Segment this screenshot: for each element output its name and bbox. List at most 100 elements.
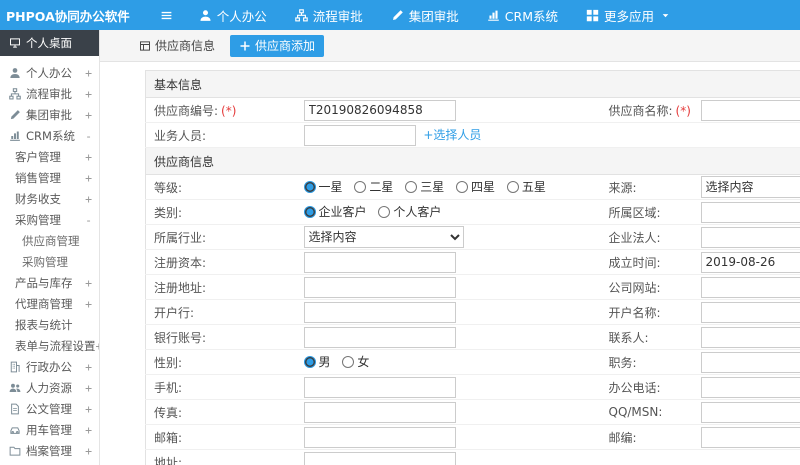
- sidebar-item-label: 表单与流程设置: [15, 338, 96, 353]
- expand-toggle[interactable]: +: [96, 339, 100, 353]
- sidebar-item-finance[interactable]: 财务收支 +: [0, 188, 99, 209]
- sidebar-item-personal-office[interactable]: 个人办公 +: [0, 62, 99, 83]
- sidebar-item-document-mgmt[interactable]: 公文管理 +: [0, 398, 99, 419]
- category-option-company[interactable]: 企业客户: [303, 203, 367, 220]
- sidebar-item-supplier-mgmt[interactable]: 供应商管理: [0, 230, 99, 251]
- form-row: 注册地址: 公司网站:: [145, 274, 800, 300]
- level-radio-1[interactable]: [303, 180, 316, 193]
- expand-toggle[interactable]: +: [85, 402, 99, 416]
- category-option-personal[interactable]: 个人客户: [378, 203, 441, 220]
- sidebar-item-customer-mgmt[interactable]: 客户管理 +: [0, 146, 99, 167]
- website-input[interactable]: [700, 276, 800, 298]
- expand-toggle[interactable]: +: [85, 87, 99, 101]
- expand-toggle[interactable]: +: [85, 66, 99, 80]
- expand-toggle[interactable]: +: [85, 192, 99, 206]
- gender-radio-male[interactable]: [303, 355, 316, 368]
- app-logo[interactable]: PHPOA协同办公软件: [0, 6, 140, 25]
- tab-supplier-info[interactable]: 供应商信息: [130, 35, 224, 57]
- gender-option-female[interactable]: 女: [342, 353, 369, 370]
- reg-address-input[interactable]: [303, 276, 456, 298]
- email-input[interactable]: [303, 426, 456, 448]
- sidebar-item-archive-mgmt[interactable]: 档案管理 +: [0, 440, 99, 461]
- level-radio-3[interactable]: [405, 180, 418, 193]
- expand-toggle[interactable]: +: [85, 360, 99, 374]
- qq-msn-input[interactable]: [700, 401, 800, 423]
- supplier-code-input[interactable]: [303, 99, 456, 121]
- office-phone-input[interactable]: [700, 376, 800, 398]
- nav-group-approval[interactable]: 集团审批: [377, 0, 473, 30]
- address-input[interactable]: [303, 451, 456, 465]
- sidebar-item-reports[interactable]: 报表与统计: [0, 314, 99, 335]
- expand-toggle[interactable]: +: [85, 108, 99, 122]
- gender-radio-female[interactable]: [342, 355, 355, 368]
- expand-toggle[interactable]: +: [85, 276, 99, 290]
- staff-input[interactable]: [303, 124, 416, 146]
- bank-input[interactable]: [303, 301, 456, 323]
- expand-toggle[interactable]: +: [85, 297, 99, 311]
- sidebar-item-agent-mgmt[interactable]: 代理商管理 +: [0, 293, 99, 314]
- mobile-input[interactable]: [303, 376, 456, 398]
- contact-input[interactable]: [700, 326, 800, 348]
- account-name-input[interactable]: [700, 301, 800, 323]
- industry-select[interactable]: 选择内容: [303, 226, 464, 248]
- nav-process-approval[interactable]: 流程审批: [281, 0, 377, 30]
- region-input[interactable]: [700, 201, 800, 223]
- field-label: 所属区域:: [608, 205, 661, 220]
- sidebar-item-crm-system[interactable]: CRM系统 -: [0, 125, 99, 146]
- required-mark: (*): [675, 103, 691, 118]
- legal-person-input[interactable]: [700, 226, 800, 248]
- person-icon: [9, 67, 21, 79]
- supplier-form-container: 基本信息 供应商编号:(*) 供应商名称:(*) 业务人员: +选择人员: [145, 70, 800, 465]
- nav-personal-office[interactable]: 个人办公: [185, 0, 281, 30]
- level-radio-5[interactable]: [506, 180, 519, 193]
- expand-toggle[interactable]: +: [85, 381, 99, 395]
- expand-toggle[interactable]: +: [85, 423, 99, 437]
- field-label: 供应商编号:: [154, 103, 219, 118]
- level-option-4[interactable]: 四星: [456, 178, 495, 195]
- level-option-1[interactable]: 一星: [303, 178, 343, 195]
- sidebar-item-admin-office[interactable]: 行政办公 +: [0, 356, 99, 377]
- level-option-3[interactable]: 三星: [405, 178, 444, 195]
- choose-staff-link[interactable]: +选择人员: [423, 128, 481, 142]
- expand-toggle[interactable]: +: [85, 444, 99, 458]
- zip-input[interactable]: [700, 426, 800, 448]
- nav-more-apps[interactable]: 更多应用: [572, 0, 684, 30]
- collapse-toggle[interactable]: -: [85, 129, 99, 143]
- category-radio-company[interactable]: [303, 205, 316, 218]
- collapse-toggle[interactable]: -: [85, 213, 99, 227]
- sidebar-item-process-approval[interactable]: 流程审批 +: [0, 83, 99, 104]
- sidebar-item-form-flow-settings[interactable]: 表单与流程设置 +: [0, 335, 99, 356]
- level-radio-4[interactable]: [456, 180, 469, 193]
- level-option-5[interactable]: 五星: [506, 178, 546, 195]
- sidebar-item-label: 采购管理: [22, 254, 68, 269]
- menu-toggle-button[interactable]: [160, 9, 173, 22]
- sidebar-item-hr[interactable]: 人力资源 +: [0, 377, 99, 398]
- sidebar-item-group-approval[interactable]: 集团审批 +: [0, 104, 99, 125]
- tab-supplier-add[interactable]: 供应商添加: [230, 34, 325, 57]
- radio-label: 四星: [471, 180, 496, 195]
- expand-toggle[interactable]: +: [85, 171, 99, 185]
- category-radio-personal[interactable]: [378, 205, 391, 218]
- gender-option-male[interactable]: 男: [303, 353, 331, 370]
- source-select[interactable]: 选择内容: [700, 176, 800, 198]
- supplier-name-input[interactable]: [700, 99, 800, 121]
- page: PHPOA协同办公软件 个人办公 流程审批 集团审批 CRM系统 更多应用 个人…: [0, 0, 800, 465]
- position-input[interactable]: [700, 351, 800, 373]
- founded-date-input[interactable]: [700, 251, 800, 273]
- form-row: 业务人员: +选择人员: [145, 122, 800, 148]
- sidebar-item-label: 个人办公: [26, 65, 72, 80]
- flow-icon: [295, 9, 308, 22]
- expand-toggle[interactable]: +: [85, 150, 99, 164]
- account-no-input[interactable]: [303, 326, 456, 348]
- sidebar-item-personal-desktop[interactable]: 个人桌面: [0, 30, 99, 56]
- capital-input[interactable]: [303, 251, 456, 273]
- sidebar-item-vehicle-mgmt[interactable]: 用车管理 +: [0, 419, 99, 440]
- nav-crm-system[interactable]: CRM系统: [473, 0, 572, 30]
- sidebar-item-purchase-mgmt-sub[interactable]: 采购管理: [0, 251, 99, 272]
- fax-input[interactable]: [303, 401, 456, 423]
- level-radio-2[interactable]: [354, 180, 367, 193]
- sidebar-item-product-inventory[interactable]: 产品与库存 +: [0, 272, 99, 293]
- level-option-2[interactable]: 二星: [354, 178, 393, 195]
- sidebar-item-sales-mgmt[interactable]: 销售管理 +: [0, 167, 99, 188]
- sidebar-item-purchase-mgmt[interactable]: 采购管理 -: [0, 209, 99, 230]
